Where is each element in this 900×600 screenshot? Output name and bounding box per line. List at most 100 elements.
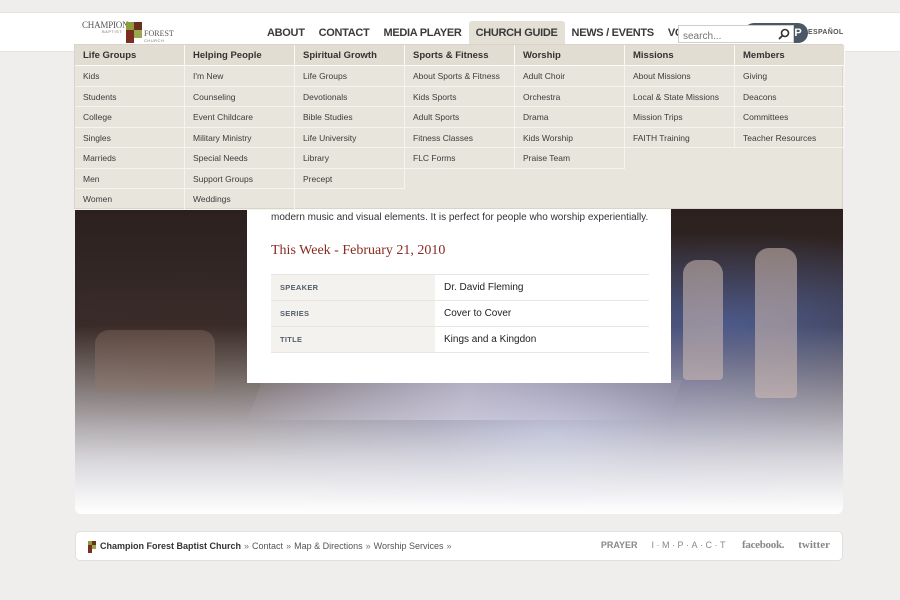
search-icon[interactable]	[778, 28, 790, 40]
table-row: TITLE Kings and a Kingdon	[271, 326, 649, 353]
dropdown-menu-item[interactable]: Library	[295, 148, 405, 169]
dropdown-menu-item[interactable]: I'm New	[185, 66, 295, 87]
logo-text-church: CHURCH	[144, 38, 165, 43]
dropdown-menu-item[interactable]: Event Childcare	[185, 107, 295, 128]
dropdown-menu-item[interactable]: Marrieds	[75, 148, 185, 169]
table-row: SERIES Cover to Cover	[271, 300, 649, 327]
dropdown-menu-item[interactable]: Men	[75, 168, 185, 189]
nav-contact[interactable]: CONTACT	[312, 21, 377, 45]
musician-figure	[755, 248, 797, 398]
dropdown-menu-item[interactable]: Women	[75, 189, 185, 210]
table-row: SPEAKER Dr. David Fleming	[271, 274, 649, 301]
breadcrumb-separator: »	[286, 541, 292, 551]
row-value: Kings and a Kingdon	[435, 326, 649, 353]
dropdown-column-heading[interactable]: Missions	[625, 45, 735, 66]
footer-social-links: PRAYER I·M·P·A·C·T facebook. twitter	[601, 539, 830, 551]
dropdown-column: Missions About Missions Local & State Miss…	[625, 45, 735, 148]
dropdown-menu-item[interactable]: Weddings	[185, 189, 295, 210]
dropdown-column-heading[interactable]: Spiritual Growth	[295, 45, 405, 66]
footer-contact-link[interactable]: Contact	[252, 541, 283, 551]
dropdown-column-heading[interactable]: Helping People	[185, 45, 295, 66]
dropdown-column: Life Groups Kids Students College Singles Mar…	[75, 45, 185, 210]
dropdown-column-heading[interactable]: Life Groups	[75, 45, 185, 66]
dropdown-column: Members Giving Deacons Committees Teacher Re…	[735, 45, 845, 148]
dropdown-menu-item[interactable]: Devotionals	[295, 86, 405, 107]
footer-worship-services-link[interactable]: Worship Services	[374, 541, 444, 551]
nav-news-events[interactable]: NEWS / EVENTS	[565, 21, 661, 45]
language-link[interactable]: ESPAÑOL	[808, 29, 843, 36]
dropdown-menu-item[interactable]: Military Ministry	[185, 127, 295, 148]
twitter-link[interactable]: twitter	[798, 539, 830, 551]
dropdown-column: Helping People I'm New Counseling Event Chi…	[185, 45, 295, 210]
site-footer: Champion Forest Baptist Church» Contact» M…	[75, 531, 843, 561]
intro-text: modern music and visual elements. It is …	[271, 212, 649, 223]
dropdown-menu-item[interactable]: FLC Forms	[405, 148, 515, 169]
breadcrumb-separator: »	[365, 541, 371, 551]
row-key: SERIES	[271, 300, 435, 327]
dropdown-column-heading[interactable]: Worship	[515, 45, 625, 66]
musician-figure	[683, 260, 723, 380]
logo-square	[126, 22, 134, 30]
logo-square	[134, 30, 142, 38]
dropdown-column: Sports & Fitness About Sports & Fitness Ki…	[405, 45, 515, 169]
dropdown-menu-item[interactable]: Teacher Resources	[735, 127, 845, 148]
dropdown-menu-item[interactable]: Fitness Classes	[405, 127, 515, 148]
audience	[95, 330, 215, 390]
dropdown-menu-item[interactable]: Local & State Missions	[625, 86, 735, 107]
dropdown-menu-item[interactable]: Special Needs	[185, 148, 295, 169]
logo-text-baptist: BAPTIST	[102, 29, 123, 34]
dropdown-menu-item[interactable]: Support Groups	[185, 168, 295, 189]
logo-square	[134, 22, 142, 30]
dropdown-menu-item[interactable]: Precept	[295, 168, 405, 189]
dropdown-menu-item[interactable]: Singles	[75, 127, 185, 148]
dropdown-menu-item[interactable]: Adult Sports	[405, 107, 515, 128]
church-logo-icon	[88, 541, 96, 553]
dropdown-menu-item[interactable]: Students	[75, 86, 185, 107]
search-box	[678, 25, 794, 45]
footer-prayer-link[interactable]: PRAYER	[601, 540, 638, 550]
dropdown-menu-item[interactable]: Life Groups	[295, 66, 405, 87]
row-key: TITLE	[271, 326, 435, 353]
dropdown-menu-item[interactable]: Giving	[735, 66, 845, 87]
dropdown-column-heading[interactable]: Sports & Fitness	[405, 45, 515, 66]
dropdown-menu-item[interactable]: Kids Worship	[515, 127, 625, 148]
dropdown-menu-item[interactable]: Deacons	[735, 86, 845, 107]
dropdown-menu-item[interactable]: Committees	[735, 107, 845, 128]
dropdown-menu-item[interactable]: Praise Team	[515, 148, 625, 169]
dropdown-column: Worship Adult Choir Orchestra Drama Kids Wor…	[515, 45, 625, 169]
worship-info-panel: modern music and visual elements. It is …	[247, 200, 671, 383]
dropdown-menu-item[interactable]: About Sports & Fitness	[405, 66, 515, 87]
sermon-info-table: SPEAKER Dr. David Fleming SERIES Cover t…	[271, 274, 649, 353]
dropdown-menu-item[interactable]: Kids Sports	[405, 86, 515, 107]
dropdown-menu-item[interactable]: Kids	[75, 66, 185, 87]
search-input[interactable]	[679, 28, 775, 45]
dropdown-menu-item[interactable]: College	[75, 107, 185, 128]
footer-map-link[interactable]: Map & Directions	[294, 541, 363, 551]
facebook-link[interactable]: facebook.	[742, 539, 785, 551]
logo-text-forest: FOREST	[144, 29, 174, 38]
row-key: SPEAKER	[271, 274, 435, 301]
dropdown-menu-item[interactable]: Adult Choir	[515, 66, 625, 87]
week-title: This Week - February 21, 2010	[271, 243, 446, 258]
logo-square	[126, 30, 134, 43]
dropdown-menu-item[interactable]: Drama	[515, 107, 625, 128]
breadcrumb-separator: »	[244, 541, 250, 551]
breadcrumb-separator: »	[446, 541, 452, 551]
dropdown-menu-item[interactable]: Life University	[295, 127, 405, 148]
dropdown-menu-item[interactable]: FAITH Training	[625, 127, 735, 148]
footer-impact-link[interactable]: I·M·P·A·C·T	[652, 540, 729, 550]
church-guide-dropdown: Life Groups Kids Students College Singles Mar…	[74, 44, 845, 210]
dropdown-menu-item[interactable]: Mission Trips	[625, 107, 735, 128]
nav-media-player[interactable]: MEDIA PLAYER	[376, 21, 468, 45]
dropdown-column-heading[interactable]: Members	[735, 45, 845, 66]
dropdown-column: Spiritual Growth Life Groups Devotionals Bi…	[295, 45, 405, 189]
dropdown-menu-item[interactable]: About Missions	[625, 66, 735, 87]
dropdown-menu-item[interactable]: Orchestra	[515, 86, 625, 107]
stage-light	[247, 380, 683, 420]
footer-church-link[interactable]: Champion Forest Baptist Church	[100, 541, 241, 551]
site-logo[interactable]: CHAMPION BAPTIST FOREST CHURCH	[82, 19, 178, 47]
dropdown-menu-item[interactable]: Bible Studies	[295, 107, 405, 128]
dropdown-menu-item[interactable]: Counseling	[185, 86, 295, 107]
footer-breadcrumb: Champion Forest Baptist Church» Contact» M…	[100, 541, 455, 551]
nav-about[interactable]: ABOUT	[260, 21, 312, 45]
